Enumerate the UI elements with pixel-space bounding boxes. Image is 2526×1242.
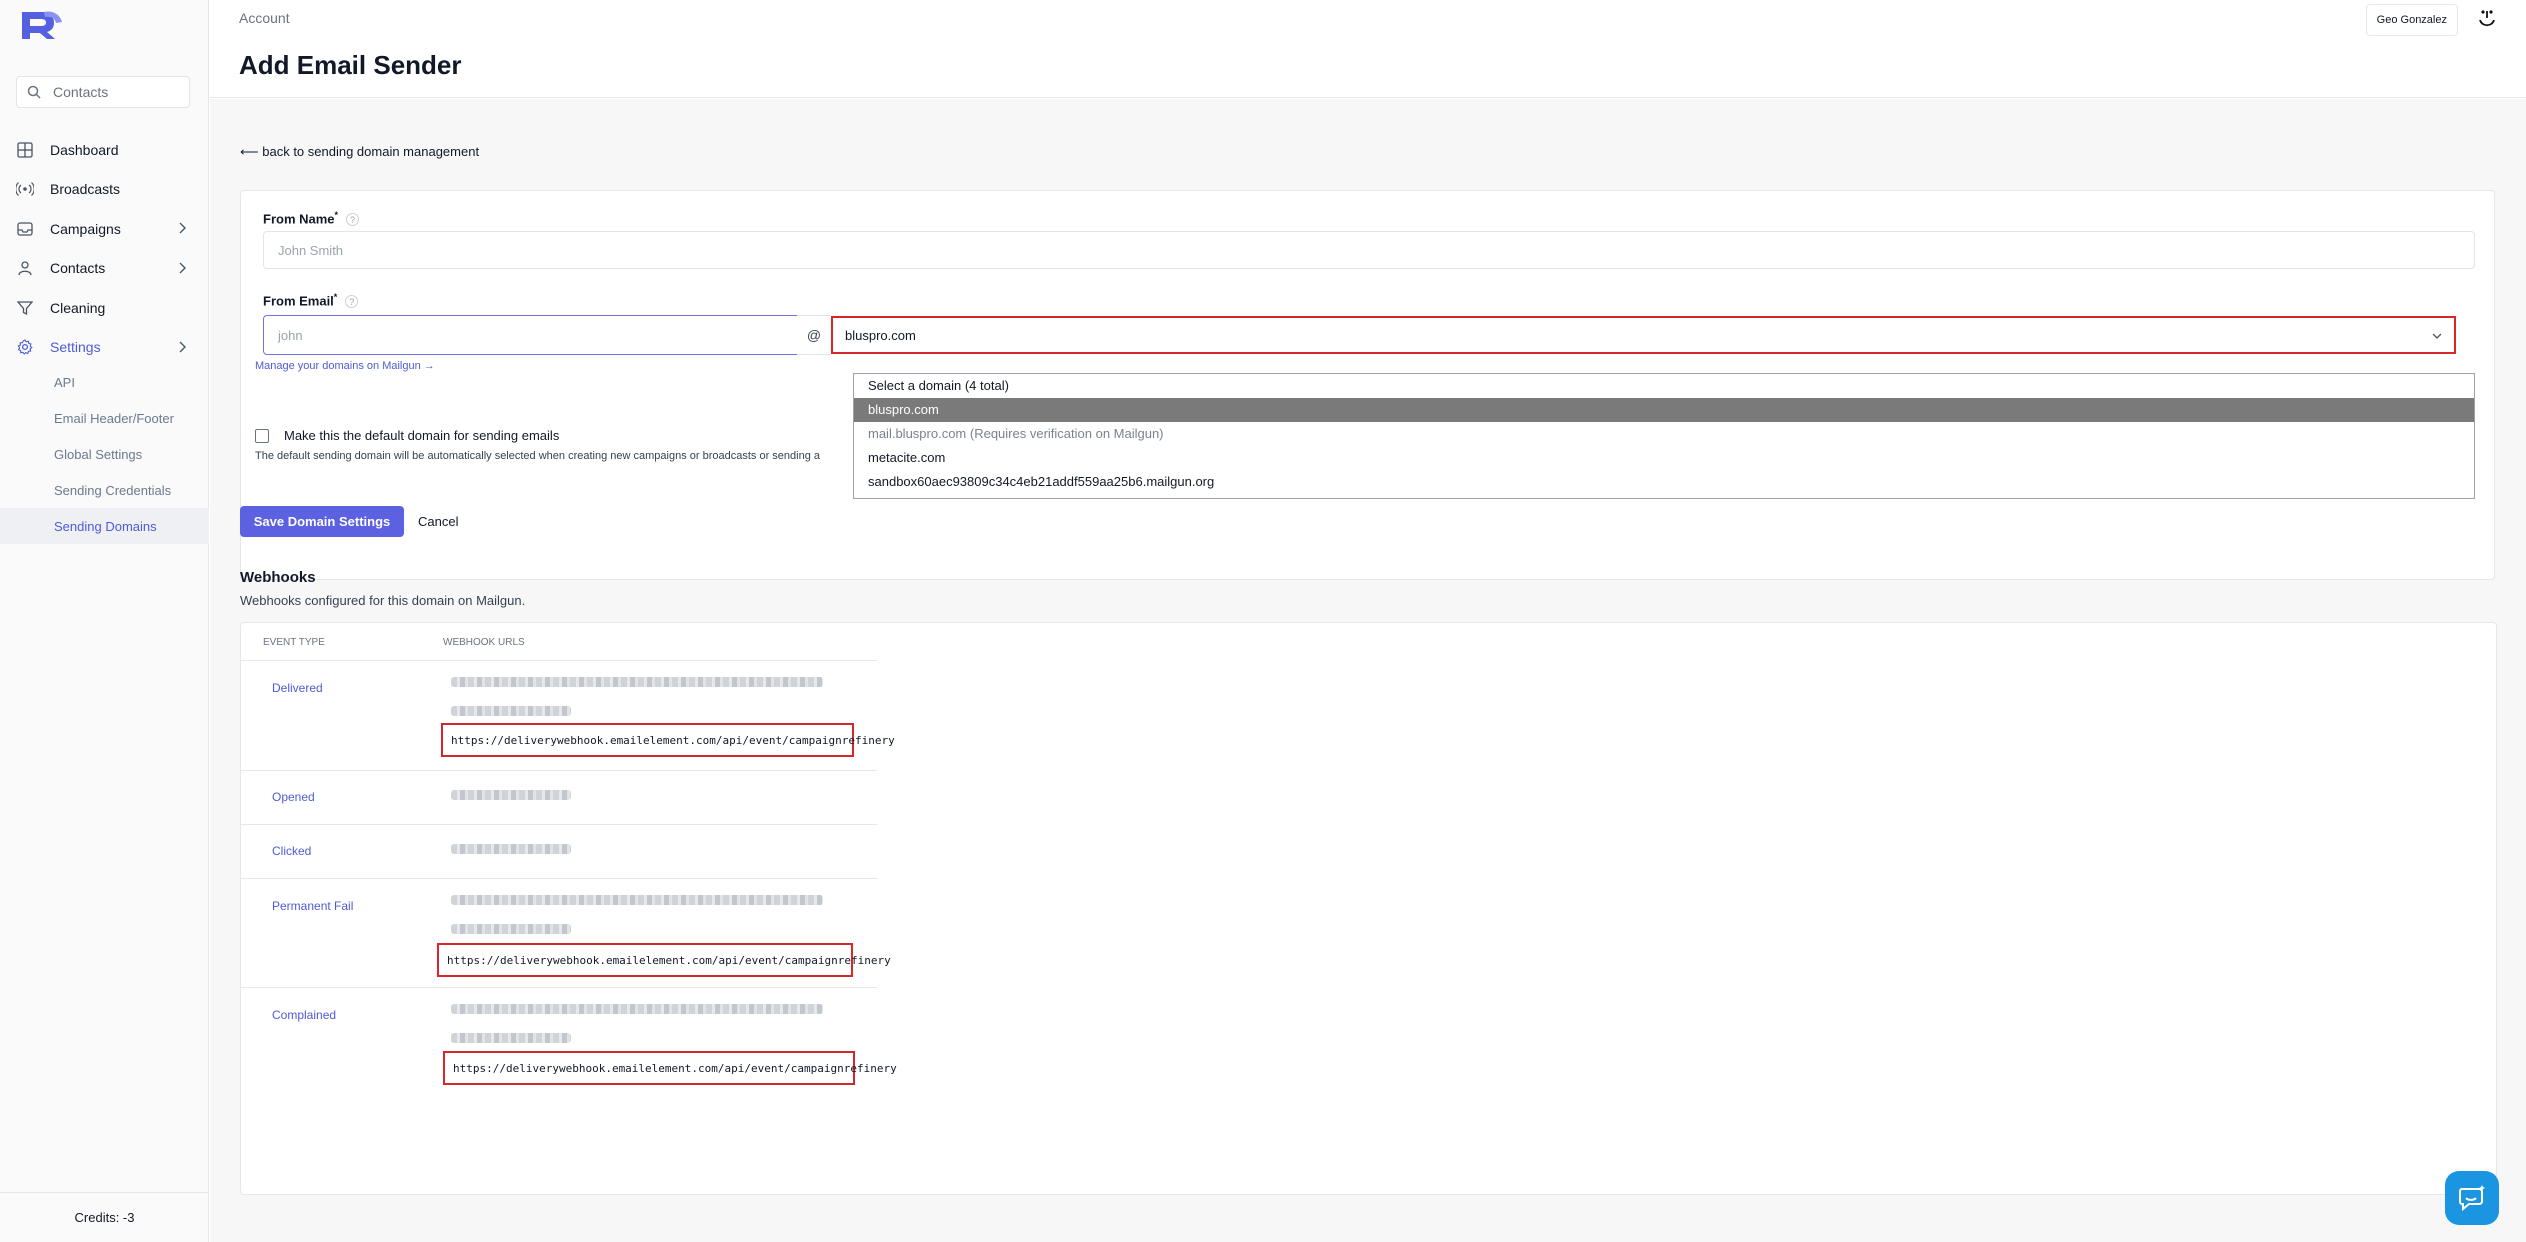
event-type-opened: Opened xyxy=(272,790,315,804)
from-email-input[interactable]: john xyxy=(263,315,798,355)
submenu-item-sending-domains[interactable]: Sending Domains xyxy=(0,508,209,544)
from-email-label: From Email*? xyxy=(263,292,359,309)
sidebar-item-campaigns[interactable]: Campaigns xyxy=(0,209,209,249)
from-name-input[interactable]: John Smith xyxy=(263,231,2475,269)
chevron-right-icon xyxy=(179,262,186,273)
inbox-icon xyxy=(16,220,34,238)
event-type-complained: Complained xyxy=(272,1008,337,1022)
cancel-button[interactable]: Cancel xyxy=(418,506,458,537)
redacted-url xyxy=(451,895,823,905)
chevron-down-icon xyxy=(2432,333,2442,339)
sidebar-item-label: Campaigns xyxy=(50,220,121,237)
user-icon xyxy=(16,259,34,277)
domain-option[interactable]: Select a domain (4 total) xyxy=(854,374,2474,398)
table-row: Complained https://deliverywebhook.email… xyxy=(241,988,897,1098)
column-header-event-type: EVENT TYPE xyxy=(263,637,325,648)
webhooks-table: EVENT TYPE WEBHOOK URLS Delivered https:… xyxy=(241,623,897,1098)
webhooks-title: Webhooks xyxy=(240,569,316,586)
submenu-item-email-header-footer[interactable]: Email Header/Footer xyxy=(0,400,209,436)
domain-dropdown-list: Select a domain (4 total) bluspro.com ma… xyxy=(853,373,2475,499)
webhooks-subtitle: Webhooks configured for this domain on M… xyxy=(240,593,526,608)
column-header-webhook-urls: WEBHOOK URLS xyxy=(443,637,525,648)
redacted-url xyxy=(451,790,571,800)
filter-icon xyxy=(16,299,34,317)
domain-option[interactable]: metacite.com xyxy=(854,446,2474,470)
domain-option-selected[interactable]: bluspro.com xyxy=(854,398,2474,422)
sidebar-nav: Dashboard Broadcasts Campaigns Contacts … xyxy=(0,130,209,367)
from-email-label-text: From Email xyxy=(263,293,334,309)
search-placeholder: Contacts xyxy=(53,84,109,100)
manage-domains-link[interactable]: Manage your domains on Mailgun → xyxy=(255,360,435,372)
redacted-url xyxy=(451,924,571,934)
redacted-url xyxy=(451,1033,571,1043)
chevron-right-icon xyxy=(179,341,186,352)
event-type-clicked: Clicked xyxy=(272,844,312,858)
chevron-right-icon xyxy=(179,222,186,234)
redacted-url xyxy=(451,1004,823,1014)
sidebar-item-contacts[interactable]: Contacts xyxy=(0,249,209,289)
webhook-url[interactable]: https://deliverywebhook.emailelement.com… xyxy=(437,943,891,977)
webhook-url[interactable]: https://deliverywebhook.emailelement.com… xyxy=(441,723,895,757)
table-row: Delivered https://deliverywebhook.emaile… xyxy=(241,661,895,771)
help-icon[interactable]: ? xyxy=(345,295,359,309)
event-type-permanent-fail: Permanent Fail xyxy=(272,899,354,913)
at-symbol: @ xyxy=(797,315,831,355)
main-content: ⟵ back to sending domain management From… xyxy=(210,99,2526,1242)
sidebar-item-label: Dashboard xyxy=(50,141,119,158)
chat-support-button[interactable] xyxy=(2445,1171,2499,1225)
settings-submenu: API Email Header/Footer Global Settings … xyxy=(0,364,209,544)
back-link[interactable]: ⟵ back to sending domain management xyxy=(240,144,479,160)
default-domain-label: Make this the default domain for sending… xyxy=(284,428,560,443)
submenu-item-global-settings[interactable]: Global Settings xyxy=(0,436,209,472)
search-icon xyxy=(27,85,41,99)
webhooks-table-card: EVENT TYPE WEBHOOK URLS Delivered https:… xyxy=(240,622,2497,1195)
event-type-delivered: Delivered xyxy=(272,681,323,695)
sidebar-item-broadcasts[interactable]: Broadcasts xyxy=(0,170,209,210)
redacted-url xyxy=(451,677,823,687)
sidebar-item-cleaning[interactable]: Cleaning xyxy=(0,288,209,328)
domain-select[interactable]: bluspro.com xyxy=(831,316,2456,354)
sidebar-item-label: Cleaning xyxy=(50,299,106,316)
domain-option[interactable]: sandbox60aec93809c34c4eb21addf559aa25b6.… xyxy=(854,470,2474,494)
help-icon[interactable]: ? xyxy=(346,213,360,227)
chat-icon xyxy=(2459,1185,2485,1212)
from-name-label: From Name*? xyxy=(263,210,360,227)
search-input[interactable]: Contacts xyxy=(16,76,190,108)
broadcast-icon xyxy=(16,180,34,198)
table-row: Opened xyxy=(241,771,877,825)
sidebar-item-label: Settings xyxy=(50,339,101,356)
table-header: EVENT TYPE WEBHOOK URLS xyxy=(241,623,877,661)
required-mark: * xyxy=(333,292,338,302)
sidebar-item-settings[interactable]: Settings xyxy=(0,328,209,368)
submenu-item-api[interactable]: API xyxy=(0,364,209,400)
redacted-url xyxy=(451,706,571,716)
credits-counter: Credits: -3 xyxy=(0,1192,209,1242)
save-domain-settings-button[interactable]: Save Domain Settings xyxy=(240,506,404,537)
from-name-label-text: From Name xyxy=(263,211,335,227)
table-row: Clicked xyxy=(241,825,877,879)
sidebar: Contacts Dashboard Broadcasts Campaigns … xyxy=(0,0,209,1242)
happy-face-icon[interactable] xyxy=(2476,8,2498,30)
table-row: Permanent Fail https://deliverywebhook.e… xyxy=(241,879,891,988)
domain-option-disabled[interactable]: mail.bluspro.com (Requires verification … xyxy=(854,422,2474,446)
page-title: Add Email Sender xyxy=(239,50,462,80)
submenu-item-sending-credentials[interactable]: Sending Credentials xyxy=(0,472,209,508)
app-logo[interactable] xyxy=(18,8,64,42)
page-header: Account Add Email Sender Geo Gonzalez xyxy=(210,0,2526,98)
redacted-url xyxy=(451,844,571,854)
domain-select-value: bluspro.com xyxy=(845,327,916,343)
sidebar-item-label: Broadcasts xyxy=(50,181,121,198)
sidebar-item-label: Contacts xyxy=(50,260,106,277)
default-domain-help: The default sending domain will be autom… xyxy=(255,450,820,462)
default-domain-checkbox[interactable] xyxy=(255,429,269,443)
required-mark: * xyxy=(334,210,339,220)
webhook-url[interactable]: https://deliverywebhook.emailelement.com… xyxy=(443,1051,897,1085)
breadcrumb[interactable]: Account xyxy=(239,10,290,26)
user-menu-button[interactable]: Geo Gonzalez xyxy=(2365,4,2458,36)
sidebar-item-dashboard[interactable]: Dashboard xyxy=(0,130,209,170)
gear-icon xyxy=(16,338,34,356)
grid-icon xyxy=(16,141,34,159)
